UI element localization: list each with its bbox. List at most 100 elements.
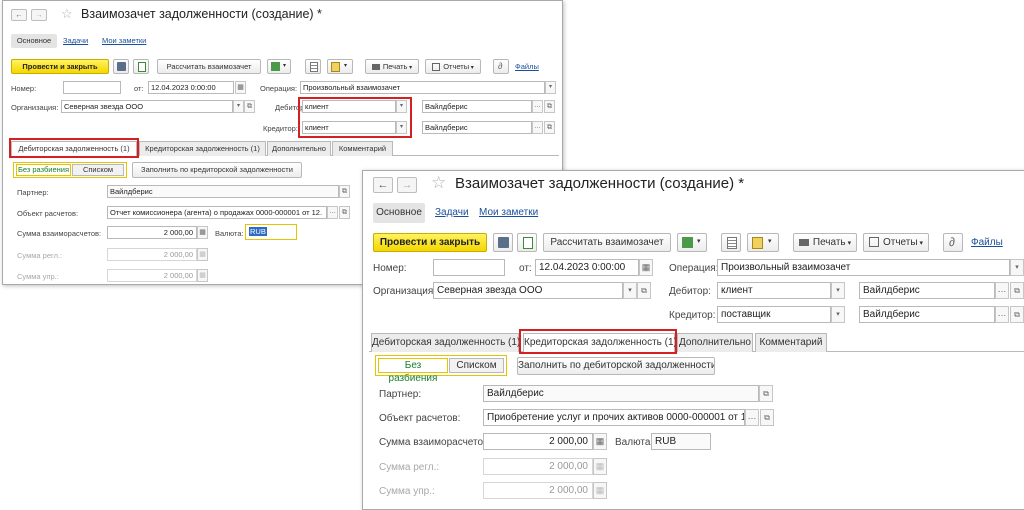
operation-dropdown-icon[interactable]: ▾ — [545, 81, 556, 94]
operation-select[interactable]: Произвольный взаимозачет — [300, 81, 545, 94]
dropdown-icon: ▾ — [845, 240, 852, 247]
number-input[interactable] — [433, 259, 505, 276]
list-toggle[interactable]: Списком — [72, 164, 124, 176]
creditor-select[interactable]: Вайлдберис — [422, 121, 532, 134]
creditor-type-select[interactable]: поставщик — [717, 306, 831, 323]
favorite-star-icon[interactable]: ☆ — [61, 6, 73, 22]
files-link[interactable]: Файлы — [515, 62, 539, 71]
tab-comment[interactable]: Комментарий — [755, 333, 827, 352]
forward-button[interactable]: → — [31, 9, 47, 21]
tab-additional[interactable]: Дополнительно — [267, 141, 331, 156]
currency-input[interactable]: RUB — [245, 224, 297, 240]
reports-menu-button[interactable]: Отчеты ▾ — [425, 59, 481, 74]
subtab-notes[interactable]: Мои заметки — [479, 207, 538, 218]
post-button[interactable] — [133, 59, 149, 74]
attach-button[interactable]: ∂ — [943, 233, 963, 252]
settlement-sum-input[interactable]: 2 000,00 — [483, 433, 593, 450]
copy-menu-button[interactable]: ▾ — [677, 233, 707, 252]
currency-label: Валюта: — [615, 437, 654, 448]
creditor-select[interactable]: Вайлдберис — [859, 306, 995, 323]
subtab-tasks[interactable]: Задачи — [435, 207, 469, 218]
calculate-offset-button[interactable]: Рассчитать взаимозачет — [157, 59, 261, 74]
partner-open-icon[interactable]: ⧉ — [339, 185, 350, 198]
calculate-offset-button[interactable]: Рассчитать взаимозачет — [543, 233, 671, 252]
highlight-debtor-creditor — [298, 97, 412, 138]
calendar-icon[interactable]: ▦ — [235, 81, 246, 94]
back-button[interactable]: ← — [373, 177, 393, 193]
settlement-object-input[interactable]: Приобретение услуг и прочих активов 0000… — [483, 409, 745, 426]
subtab-main[interactable]: Основное — [373, 203, 425, 223]
operation-dropdown-icon[interactable]: ▾ — [1010, 259, 1024, 276]
post-button[interactable] — [517, 233, 537, 252]
favorite-star-icon[interactable]: ☆ — [431, 173, 446, 193]
reports-menu-button[interactable]: Отчеты ▾ — [863, 233, 929, 252]
debtor-ellipsis-icon[interactable]: … — [532, 100, 543, 113]
organization-open-icon[interactable]: ⧉ — [637, 282, 651, 299]
debtor-open-icon[interactable]: ⧉ — [1010, 282, 1024, 299]
settlement-sum-input[interactable]: 2 000,00 — [107, 226, 197, 239]
date-input[interactable]: 12.04.2023 0:00:00 — [535, 259, 639, 276]
print-menu-button[interactable]: Печать ▾ — [365, 59, 419, 74]
debtor-ellipsis-icon[interactable]: … — [995, 282, 1009, 299]
debtor-open-icon[interactable]: ⧉ — [544, 100, 555, 113]
organization-open-icon[interactable]: ⧉ — [244, 100, 255, 113]
organization-select[interactable]: Северная звезда ООО — [433, 282, 623, 299]
tab-comment[interactable]: Комментарий — [332, 141, 393, 156]
settlement-object-open-icon[interactable]: ⧉ — [339, 206, 350, 219]
date-input[interactable]: 12.04.2023 0:00:00 — [148, 81, 234, 94]
subtab-notes[interactable]: Мои заметки — [102, 36, 146, 45]
organization-select[interactable]: Северная звезда ООО — [61, 100, 233, 113]
calculator-icon[interactable]: ▦ — [197, 226, 208, 239]
list-button[interactable] — [721, 233, 741, 252]
settlement-object-ellipsis-icon[interactable]: … — [745, 409, 759, 426]
subtab-main[interactable]: Основное — [11, 34, 57, 48]
settlement-object-open-icon[interactable]: ⧉ — [760, 409, 774, 426]
creditor-open-icon[interactable]: ⧉ — [1010, 306, 1024, 323]
tab-additional[interactable]: Дополнительно — [677, 333, 753, 352]
number-input[interactable] — [63, 81, 121, 94]
debtor-type-dropdown-icon[interactable]: ▾ — [831, 282, 845, 299]
attach-button[interactable]: ∂ — [493, 59, 509, 74]
save-button[interactable] — [113, 59, 129, 74]
dropdown-icon: ▾ — [283, 63, 287, 69]
subtab-tasks[interactable]: Задачи — [63, 36, 88, 45]
save-button[interactable] — [493, 233, 513, 252]
partner-open-icon[interactable]: ⧉ — [759, 385, 773, 402]
copy-menu-button[interactable]: ▾ — [267, 59, 291, 74]
post-and-close-button[interactable]: Провести и закрыть — [373, 233, 487, 252]
currency-input[interactable]: RUB — [651, 433, 711, 450]
organization-dropdown-icon[interactable]: ▾ — [233, 100, 244, 113]
tab-receivables[interactable]: Дебиторская задолженность (1) — [371, 333, 520, 352]
no-split-toggle[interactable]: Без разбиения — [378, 358, 448, 384]
doc-icon — [331, 62, 340, 72]
settlement-object-input[interactable]: Отчет комиссионера (агента) о продажах 0… — [107, 206, 327, 219]
fill-by-receivables-button[interactable]: Заполнить по дебиторской задолженности — [517, 357, 715, 375]
post-icon — [523, 237, 533, 249]
calculator-icon[interactable]: ▦ — [593, 433, 607, 450]
tab-payables[interactable]: Кредиторская задолженность (1) — [139, 141, 266, 156]
debtor-type-select[interactable]: клиент — [717, 282, 831, 299]
partner-input[interactable]: Вайлдберис — [107, 185, 339, 198]
calendar-icon[interactable]: ▦ — [639, 259, 653, 276]
back-button[interactable]: ← — [11, 9, 27, 21]
documents-menu-button[interactable]: ▾ — [747, 233, 779, 252]
fill-by-payables-button[interactable]: Заполнить по кредиторской задолженности — [132, 162, 302, 178]
list-button[interactable] — [305, 59, 321, 74]
debtor-select[interactable]: Вайлдберис — [422, 100, 532, 113]
no-split-toggle[interactable]: Без разбиения — [16, 164, 71, 176]
post-and-close-button[interactable]: Провести и закрыть — [11, 59, 109, 74]
print-menu-button[interactable]: Печать ▾ — [793, 233, 857, 252]
documents-menu-button[interactable]: ▾ — [327, 59, 353, 74]
files-link[interactable]: Файлы — [971, 237, 1003, 248]
creditor-ellipsis-icon[interactable]: … — [532, 121, 543, 134]
creditor-open-icon[interactable]: ⧉ — [544, 121, 555, 134]
debtor-select[interactable]: Вайлдберис — [859, 282, 995, 299]
settlement-object-ellipsis-icon[interactable]: … — [327, 206, 338, 219]
creditor-type-dropdown-icon[interactable]: ▾ — [831, 306, 845, 323]
list-toggle[interactable]: Списком — [449, 358, 504, 373]
operation-select[interactable]: Произвольный взаимозачет — [717, 259, 1010, 276]
partner-input[interactable]: Вайлдберис — [483, 385, 759, 402]
forward-button[interactable]: → — [397, 177, 417, 193]
creditor-ellipsis-icon[interactable]: … — [995, 306, 1009, 323]
organization-dropdown-icon[interactable]: ▾ — [623, 282, 637, 299]
